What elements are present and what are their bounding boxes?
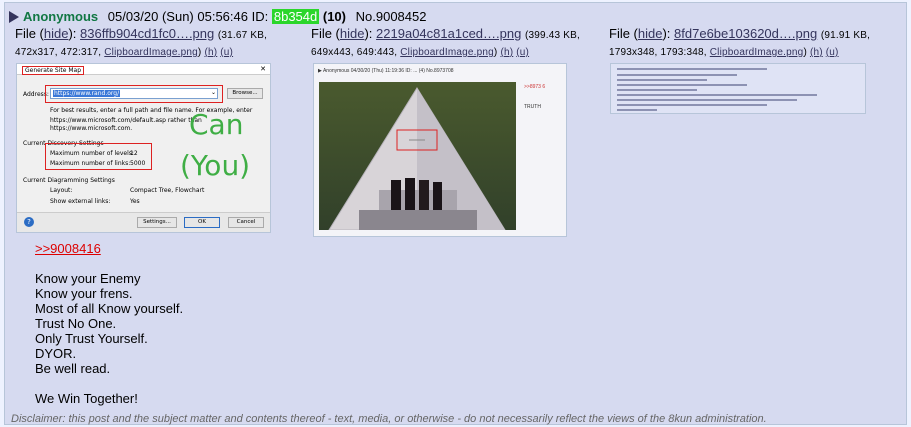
- browse-button: Browse...: [227, 88, 263, 99]
- body-line: Know your Enemy: [35, 271, 141, 286]
- file-meta: (399.43 KB,: [524, 30, 580, 41]
- links-value: 5000: [130, 160, 146, 167]
- post-date: 05/03/20 (Sun) 05:56:46: [107, 9, 248, 24]
- poster-id[interactable]: 8b354d: [271, 9, 320, 24]
- address-field: https://www.rand.org/ ⌄: [50, 88, 218, 99]
- overlay-text-you: (You): [180, 149, 251, 182]
- close-icon: ✕: [260, 65, 266, 73]
- pyramid-photo: [319, 82, 516, 230]
- id-label: ID:: [251, 9, 269, 24]
- original-filename-link[interactable]: ClipboardImage.png: [104, 47, 198, 58]
- embedded-post-header: ▶ Anonymous 04/30/20 (Thu) 11:19:36 ID: …: [318, 68, 454, 74]
- external-links-value: Yes: [130, 198, 140, 205]
- file-colon: ):: [68, 26, 77, 41]
- u-link[interactable]: (u): [516, 47, 529, 58]
- post-menu-arrow-icon[interactable]: [9, 11, 19, 23]
- file-dimensions: 1793x348, 1793:348,: [609, 47, 707, 58]
- thumbnail-2[interactable]: ▶ Anonymous 04/30/20 (Thu) 11:19:36 ID: …: [313, 63, 567, 237]
- body-line: Only Trust Yourself.: [35, 331, 148, 346]
- chevron-down-icon: ⌄: [210, 89, 216, 96]
- file-colon: ):: [662, 26, 671, 41]
- dialog-title: Generate Site Map: [22, 66, 85, 75]
- file-name-link[interactable]: 2219a04c81a1ced….png: [376, 26, 521, 41]
- diagramming-section-title: Current Diagramming Settings: [23, 177, 115, 184]
- id-post-count: (10): [322, 9, 346, 24]
- hide-file-link[interactable]: hide: [44, 26, 69, 41]
- thumbnail-3[interactable]: [610, 63, 866, 114]
- body-line: Most of all Know yourself.: [35, 301, 184, 316]
- settings-button: Settings...: [137, 217, 177, 228]
- ok-button: OK: [184, 217, 220, 228]
- file-dimensions: 649x443, 649:443,: [311, 47, 398, 58]
- layout-label: Layout:: [50, 187, 73, 194]
- text-post-image: [611, 64, 865, 113]
- body-line: DYOR.: [35, 346, 77, 361]
- file-name-link[interactable]: 836ffb904cd1fc0….png: [80, 26, 214, 41]
- post: Anonymous 05/03/20 (Sun) 05:56:46 ID: 8b…: [4, 2, 907, 425]
- hint-line-2: https://www.microsoft.com/default.asp ra…: [50, 117, 202, 124]
- post-number[interactable]: No.9008452: [356, 9, 427, 24]
- levels-value: 12: [130, 150, 138, 157]
- pyramid-post-image: ▶ Anonymous 04/30/20 (Thu) 11:19:36 ID: …: [314, 64, 566, 236]
- file-label: File (: [15, 26, 44, 41]
- h-link[interactable]: (h): [810, 47, 823, 58]
- external-links-label: Show external links:: [50, 198, 111, 205]
- embedded-quote-link: >>8973 6: [524, 84, 546, 90]
- body-line: Trust No One.: [35, 316, 117, 331]
- h-link[interactable]: (h): [500, 47, 513, 58]
- h-link[interactable]: (h): [204, 47, 217, 58]
- hide-file-link[interactable]: hide: [340, 26, 365, 41]
- file-name-link[interactable]: 8fd7e6be103620d….png: [674, 26, 817, 41]
- file-info-1: File (hide): 836ffb904cd1fc0….png (31.67…: [15, 26, 268, 58]
- file-info-2: File (hide): 2219a04c81a1ced….png (399.4…: [311, 26, 580, 58]
- site-map-dialog-image: Generate Site Map ✕ Address: https://www.…: [17, 64, 270, 232]
- closing-line: We Win Together!: [35, 391, 138, 406]
- u-link[interactable]: (u): [826, 47, 839, 58]
- file-dimensions: 472x317, 472:317,: [15, 47, 102, 58]
- body-line: Be well read.: [35, 361, 111, 376]
- original-filename-link[interactable]: ClipboardImage.png: [400, 47, 494, 58]
- overlay-text-can: Can: [189, 108, 244, 141]
- post-intro: Anonymous 05/03/20 (Sun) 05:56:46 ID: 8b…: [9, 8, 426, 26]
- file-colon: ):: [364, 26, 373, 41]
- post-body: >>9008416 Know your Enemy Know your fren…: [35, 241, 183, 406]
- pyramid-illustration: [328, 87, 506, 230]
- help-icon: ?: [24, 217, 34, 227]
- links-label: Maximum number of links:: [50, 160, 131, 167]
- cancel-button: Cancel: [228, 217, 264, 228]
- poster-name: Anonymous: [23, 9, 99, 24]
- quote-link[interactable]: >>9008416: [35, 241, 101, 256]
- u-link[interactable]: (u): [220, 47, 233, 58]
- disclaimer: Disclaimer: this post and the subject ma…: [11, 413, 767, 425]
- embedded-text-truth: TRUTH: [524, 104, 541, 110]
- levels-label: Maximum number of levels:: [50, 150, 134, 157]
- file-label: File (: [609, 26, 638, 41]
- file-meta: (31.67 KB,: [217, 30, 268, 41]
- layout-value: Compact Tree, Flowchart: [130, 187, 205, 194]
- thumbnail-1[interactable]: Generate Site Map ✕ Address: https://www.…: [16, 63, 271, 233]
- file-info-3: File (hide): 8fd7e6be103620d….png (91.91…: [609, 26, 871, 58]
- original-filename-link[interactable]: ClipboardImage.png: [710, 47, 804, 58]
- file-label: File (: [311, 26, 340, 41]
- address-value: https://www.rand.org/: [53, 90, 121, 97]
- hide-file-link[interactable]: hide: [638, 26, 663, 41]
- body-line: Know your frens.: [35, 286, 133, 301]
- hint-line-3: https://www.microsoft.com.: [50, 125, 133, 132]
- file-meta: (91.91 KB,: [820, 30, 871, 41]
